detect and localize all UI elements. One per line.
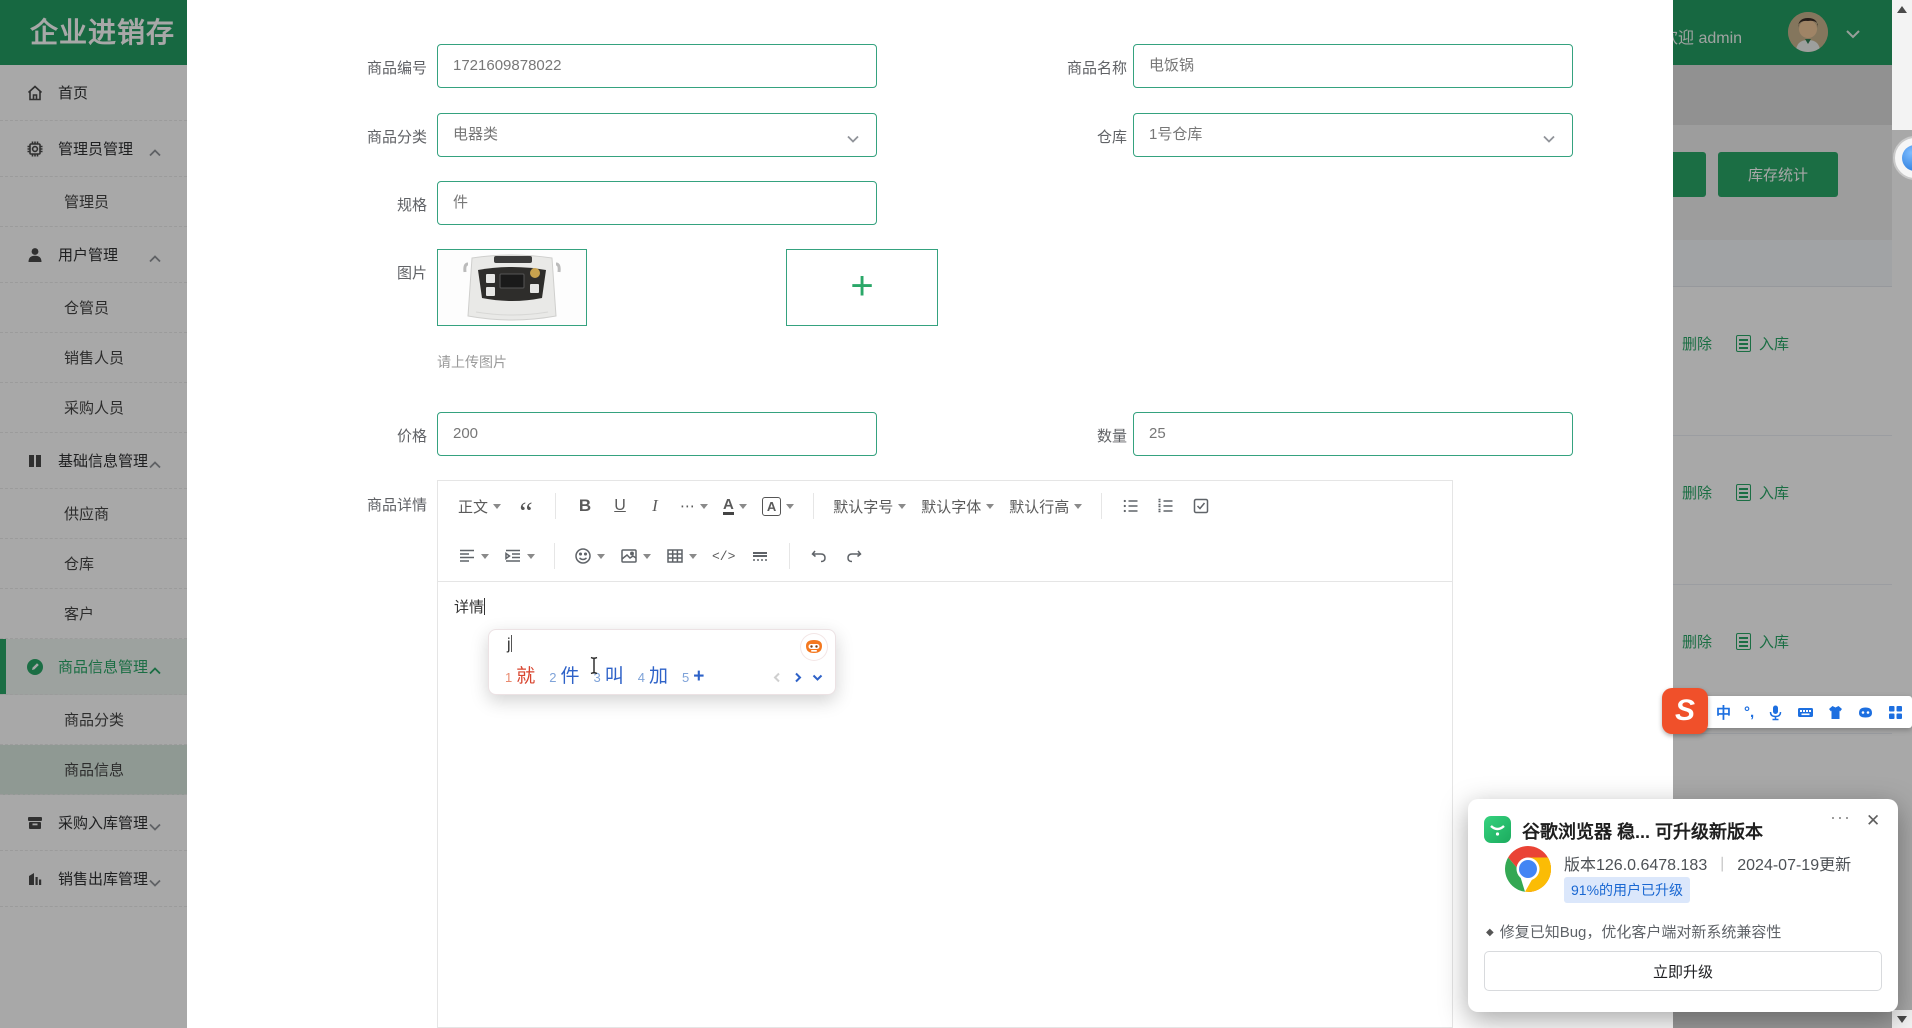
chrome-logo xyxy=(1504,845,1552,893)
skin-icon[interactable] xyxy=(1827,704,1844,721)
redo-button[interactable] xyxy=(840,540,868,572)
emoji-panel-icon[interactable] xyxy=(1857,704,1874,721)
version-text: 版本126.0.6478.183 xyxy=(1564,857,1707,874)
adoption-badge: 91%的用户已升级 xyxy=(1564,877,1690,903)
scrollbar-thumb[interactable] xyxy=(1892,0,1912,130)
product-edit-dialog: 商品编号 1721609878022 商品名称 电饭锅 商品分类 电器类 仓库 … xyxy=(187,0,1673,1028)
ime-pinyin: j xyxy=(507,635,512,654)
ime-next-icon[interactable] xyxy=(792,670,803,688)
ime-prev-icon[interactable] xyxy=(772,670,783,688)
price-input[interactable]: 200 xyxy=(437,412,877,456)
quantity-label: 数量 xyxy=(947,425,1127,446)
ime-punctuation[interactable]: °, xyxy=(1744,704,1754,721)
more-styles-dropdown[interactable]: ⋯ xyxy=(676,490,712,522)
ime-candidate[interactable]: 2件 xyxy=(549,661,579,688)
bg-color-dropdown[interactable]: A xyxy=(758,490,798,522)
warehouse-label: 仓库 xyxy=(947,126,1127,147)
close-icon[interactable]: ✕ xyxy=(1866,811,1880,831)
indent-dropdown[interactable] xyxy=(500,540,539,572)
ime-assistant-icon[interactable] xyxy=(801,634,827,660)
ime-candidate[interactable]: 4加 xyxy=(638,661,668,688)
upload-hint: 请上传图片 xyxy=(437,352,507,372)
bullet-list-button[interactable] xyxy=(1117,490,1145,522)
align-dropdown[interactable] xyxy=(454,540,493,572)
bold-button[interactable]: B xyxy=(571,490,599,522)
ordered-list-button[interactable] xyxy=(1152,490,1180,522)
sogou-toolbar: 中 °, xyxy=(1702,696,1912,728)
blockquote-button[interactable]: “ xyxy=(512,490,540,522)
rich-text-editor: 正文 “ B U I ⋯ A A 默认字号 默认字体 默认行高 xyxy=(437,480,1453,1028)
mouse-ibeam-cursor xyxy=(588,656,600,680)
chrome-update-notification: 谷歌浏览器 稳... 可升级新版本 ··· ✕ 版本126.0.6478.183… xyxy=(1468,799,1898,1012)
image-dropdown[interactable] xyxy=(616,540,655,572)
code-button[interactable]: </> xyxy=(708,540,739,572)
update-date: 2024-07-19更新 xyxy=(1737,857,1851,874)
ime-candidate[interactable]: 1就 xyxy=(505,661,535,688)
more-grid-icon[interactable] xyxy=(1887,704,1904,721)
editor-toolbar-row1: 正文 “ B U I ⋯ A A 默认字号 默认字体 默认行高 xyxy=(438,481,1452,531)
image-label: 图片 xyxy=(247,262,427,283)
warehouse-select[interactable]: 1号仓库 xyxy=(1133,113,1573,157)
scroll-down-icon[interactable] xyxy=(1897,1016,1907,1023)
ime-candidate[interactable]: 5+ xyxy=(682,666,704,688)
product-image-thumbnail[interactable] xyxy=(437,249,587,326)
price-label: 价格 xyxy=(247,425,427,446)
font-color-dropdown[interactable]: A xyxy=(719,490,751,522)
floating-ball-icon xyxy=(1902,145,1912,171)
keyboard-icon[interactable] xyxy=(1797,704,1814,721)
ime-pager xyxy=(772,670,823,688)
notification-title: 谷歌浏览器 稳... 可升级新版本 xyxy=(1522,818,1763,844)
spec-input[interactable]: 件 xyxy=(437,181,877,225)
upload-image-button[interactable]: + xyxy=(786,249,938,326)
release-note: ◆修复已知Bug，优化客户端对新系统兼容性 xyxy=(1486,921,1781,942)
chevron-down-icon xyxy=(1543,130,1555,148)
microphone-icon[interactable] xyxy=(1767,704,1784,721)
software-manager-icon xyxy=(1484,816,1511,843)
horizontal-rule-button[interactable] xyxy=(746,540,774,572)
plus-icon: + xyxy=(850,264,873,308)
ime-candidates: 1就 2件 3叫 4加 5+ xyxy=(505,661,704,688)
screen: 企业进销存 欢迎 admin 首页 管理员管理 管理员 xyxy=(0,0,1912,1028)
category-select[interactable]: 电器类 xyxy=(437,113,877,157)
paragraph-style-dropdown[interactable]: 正文 xyxy=(454,490,505,522)
product-name-label: 商品名称 xyxy=(947,57,1127,78)
emoji-dropdown[interactable] xyxy=(570,540,609,572)
table-dropdown[interactable] xyxy=(662,540,701,572)
editor-text: 详情 xyxy=(454,599,484,616)
diamond-bullet-icon: ◆ xyxy=(1486,927,1494,938)
sogou-logo[interactable]: S xyxy=(1662,688,1708,734)
more-icon[interactable]: ··· xyxy=(1830,807,1851,828)
font-family-dropdown[interactable]: 默认字体 xyxy=(917,490,998,522)
ime-expand-icon[interactable] xyxy=(812,670,823,688)
product-no-input[interactable]: 1721609878022 xyxy=(437,44,877,88)
editor-toolbar-row2: </> xyxy=(438,531,1452,581)
ime-candidate-window: j 1就 2件 3叫 4加 5+ xyxy=(488,629,836,695)
line-height-dropdown[interactable]: 默认行高 xyxy=(1005,490,1086,522)
upgrade-now-button[interactable]: 立即升级 xyxy=(1484,951,1882,991)
spec-label: 规格 xyxy=(247,194,427,215)
ime-mode-chinese[interactable]: 中 xyxy=(1716,702,1731,723)
product-no-label: 商品编号 xyxy=(247,57,427,78)
undo-button[interactable] xyxy=(805,540,833,572)
product-name-input[interactable]: 电饭锅 xyxy=(1133,44,1573,88)
chevron-down-icon xyxy=(847,130,859,148)
underline-button[interactable]: U xyxy=(606,490,634,522)
task-list-button[interactable] xyxy=(1187,490,1215,522)
version-line: 版本126.0.6478.183丨2024-07-19更新 xyxy=(1564,851,1851,875)
text-caret xyxy=(484,598,485,615)
quantity-input[interactable]: 25 xyxy=(1133,412,1573,456)
category-label: 商品分类 xyxy=(247,126,427,147)
detail-label: 商品详情 xyxy=(247,494,427,515)
italic-button[interactable]: I xyxy=(641,490,669,522)
scrollbar-bottom[interactable] xyxy=(1892,1010,1912,1028)
font-size-dropdown[interactable]: 默认字号 xyxy=(829,490,910,522)
scroll-up-icon[interactable] xyxy=(1897,6,1907,13)
